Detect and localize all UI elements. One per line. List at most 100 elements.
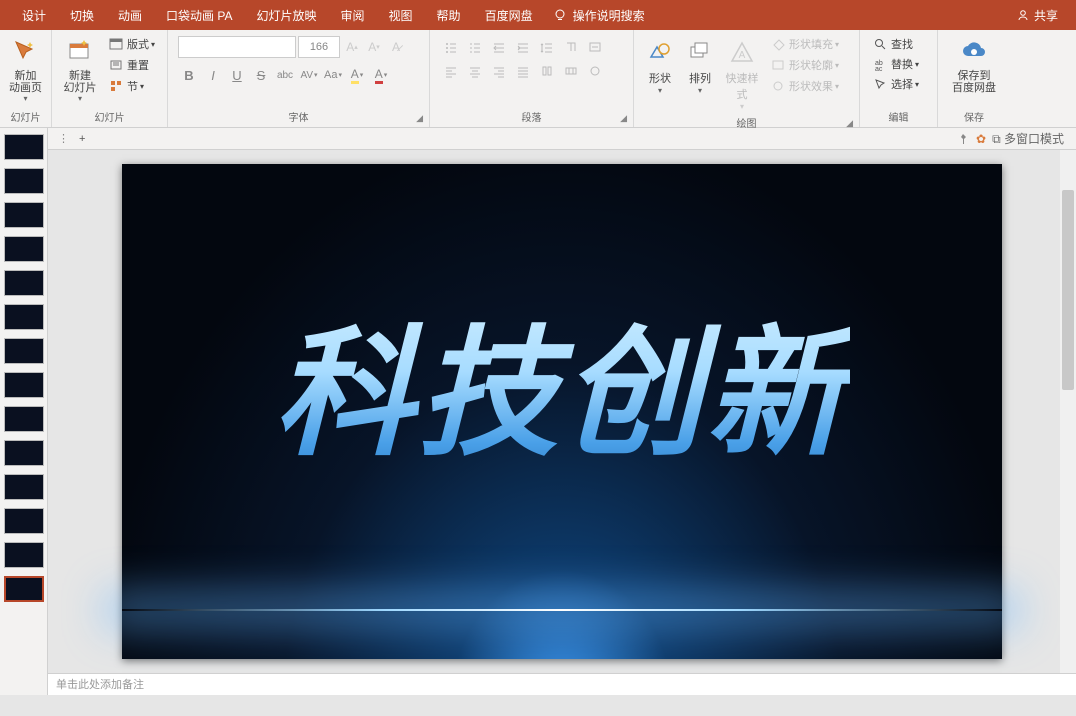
align-text-button[interactable] [584, 36, 606, 58]
menu-animations[interactable]: 动画 [106, 0, 154, 30]
font-color-button[interactable]: A▾ [370, 64, 392, 86]
italic-button[interactable]: I [202, 64, 224, 86]
slide-thumb[interactable] [4, 168, 44, 194]
slide-thumb[interactable] [4, 406, 44, 432]
find-button[interactable]: 查找 [868, 34, 917, 54]
layout-button[interactable]: 版式▾ [104, 34, 159, 54]
columns-button[interactable] [536, 60, 558, 82]
notes-pane[interactable]: 单击此处添加备注 [48, 673, 1076, 695]
cursor-star-icon [10, 36, 42, 68]
numbering-button[interactable] [464, 36, 486, 58]
slide-thumb-selected[interactable] [4, 576, 44, 602]
slide-thumb[interactable] [4, 270, 44, 296]
clear-format-button[interactable]: A̷ [386, 37, 406, 57]
pin-icon[interactable] [956, 132, 970, 146]
effects-icon [770, 78, 786, 94]
slide-thumb[interactable] [4, 372, 44, 398]
tell-me-search[interactable]: 操作说明搜索 [553, 7, 645, 24]
menu-design[interactable]: 设计 [10, 0, 58, 30]
char-spacing-button[interactable]: AV▾ [298, 64, 320, 86]
align-center-button[interactable] [464, 60, 486, 82]
slide-title-text[interactable]: 科技创新 [274, 281, 850, 483]
select-button[interactable]: 选择▾ [868, 74, 923, 94]
document-tab-strip: ⋮ + ✿ ⧉ 多窗口模式 [48, 128, 1076, 150]
menu-review[interactable]: 审阅 [329, 0, 377, 30]
text-direction-button[interactable] [560, 36, 582, 58]
menubar: 设计 切换 动画 口袋动画 PA 幻灯片放映 审阅 视图 帮助 百度网盘 操作说… [0, 0, 1076, 30]
menu-transitions[interactable]: 切换 [58, 0, 106, 30]
select-icon [872, 76, 888, 92]
group-drawing: 形状▾ 排列▾ A 快速样式▾ 形状填充▾ 形状轮廓▾ 形状效果▾ 绘图◢ [634, 30, 860, 127]
replace-button[interactable]: abac替换▾ [868, 54, 923, 74]
indent-dec-button[interactable] [488, 36, 510, 58]
menu-view[interactable]: 视图 [377, 0, 425, 30]
underline-button[interactable]: U [226, 64, 248, 86]
group-slides-label: 幻灯片 [56, 109, 163, 125]
light-flare [122, 609, 1002, 611]
group-save-label: 保存 [942, 109, 1006, 125]
group-font-label: 字体◢ [172, 109, 425, 125]
shapes-button[interactable]: 形状▾ [640, 34, 680, 97]
grow-font-button[interactable]: A▴ [342, 37, 362, 57]
highlight-button[interactable]: A▾ [346, 64, 368, 86]
shape-fill-button[interactable]: 形状填充▾ [766, 34, 843, 54]
justify-button[interactable] [512, 60, 534, 82]
dropdown-caret-icon: ▾ [23, 94, 27, 103]
share-button[interactable]: 共享 [1008, 7, 1066, 24]
menu-slideshow[interactable]: 幻灯片放映 [245, 0, 329, 30]
slide-thumb[interactable] [4, 542, 44, 568]
font-size-input[interactable] [298, 36, 340, 58]
content-area: ⋮ + ✿ ⧉ 多窗口模式 科技创新 单击此处添加备注 [0, 128, 1076, 695]
gear-icon[interactable]: ✿ [976, 132, 986, 146]
smartart-button[interactable] [560, 60, 582, 82]
font-name-input[interactable] [178, 36, 296, 58]
char-shading-button[interactable]: abc [274, 64, 296, 86]
arrange-button[interactable]: 排列▾ [680, 34, 720, 97]
menu-pocket-anim[interactable]: 口袋动画 PA [154, 0, 244, 30]
strike-button[interactable]: S [250, 64, 272, 86]
multi-window-button[interactable]: ⧉ 多窗口模式 [992, 130, 1064, 147]
save-baidu-button[interactable]: 保存到 百度网盘 [944, 34, 1004, 96]
tell-me-label: 操作说明搜索 [573, 7, 645, 24]
slide-thumb[interactable] [4, 338, 44, 364]
slide-thumb[interactable] [4, 508, 44, 534]
paragraph-launcher[interactable]: ◢ [620, 113, 627, 124]
new-slide-button[interactable]: 新建 幻灯片 ▾ [58, 34, 102, 105]
menu-help[interactable]: 帮助 [425, 0, 473, 30]
slide-thumb[interactable] [4, 134, 44, 160]
indent-inc-button[interactable] [512, 36, 534, 58]
svg-text:A: A [739, 50, 746, 61]
section-button[interactable]: 节▾ [104, 76, 159, 96]
convert-smartart-button[interactable] [584, 60, 606, 82]
quick-styles-button[interactable]: A 快速样式▾ [720, 34, 764, 113]
section-icon [108, 78, 124, 94]
add-tab-button[interactable]: + [73, 133, 91, 145]
align-left-button[interactable] [440, 60, 462, 82]
change-case-button[interactable]: Aa▾ [322, 64, 344, 86]
slide-canvas[interactable]: 科技创新 [122, 164, 1002, 659]
bold-button[interactable]: B [178, 64, 200, 86]
reset-button[interactable]: 重置 [104, 55, 159, 75]
shrink-font-button[interactable]: A▾ [364, 37, 384, 57]
vertical-scrollbar[interactable] [1060, 150, 1076, 673]
shape-outline-button[interactable]: 形状轮廓▾ [766, 55, 843, 75]
thumbnail-pane[interactable] [0, 128, 48, 695]
slide-thumb[interactable] [4, 474, 44, 500]
group-font: A▴ A▾ A̷ B I U S abc AV▾ Aa▾ A▾ A▾ 字体◢ [168, 30, 430, 127]
group-animpage-label: 幻灯片 [4, 109, 47, 125]
ribbon: 新加 动画页 ▾ 幻灯片 新建 幻灯片 ▾ 版式▾ [0, 30, 1076, 128]
outline-icon [770, 57, 786, 73]
slide-thumb[interactable] [4, 440, 44, 466]
line-spacing-button[interactable] [536, 36, 558, 58]
shape-effects-button[interactable]: 形状效果▾ [766, 76, 843, 96]
new-anim-page-button[interactable]: 新加 动画页 ▾ [6, 34, 45, 105]
menu-baidu[interactable]: 百度网盘 [473, 0, 545, 30]
slide-thumb[interactable] [4, 202, 44, 228]
person-icon [1016, 8, 1030, 22]
font-launcher[interactable]: ◢ [416, 113, 423, 124]
bullets-button[interactable] [440, 36, 462, 58]
scrollbar-thumb[interactable] [1062, 190, 1074, 390]
slide-thumb[interactable] [4, 236, 44, 262]
slide-thumb[interactable] [4, 304, 44, 330]
align-right-button[interactable] [488, 60, 510, 82]
